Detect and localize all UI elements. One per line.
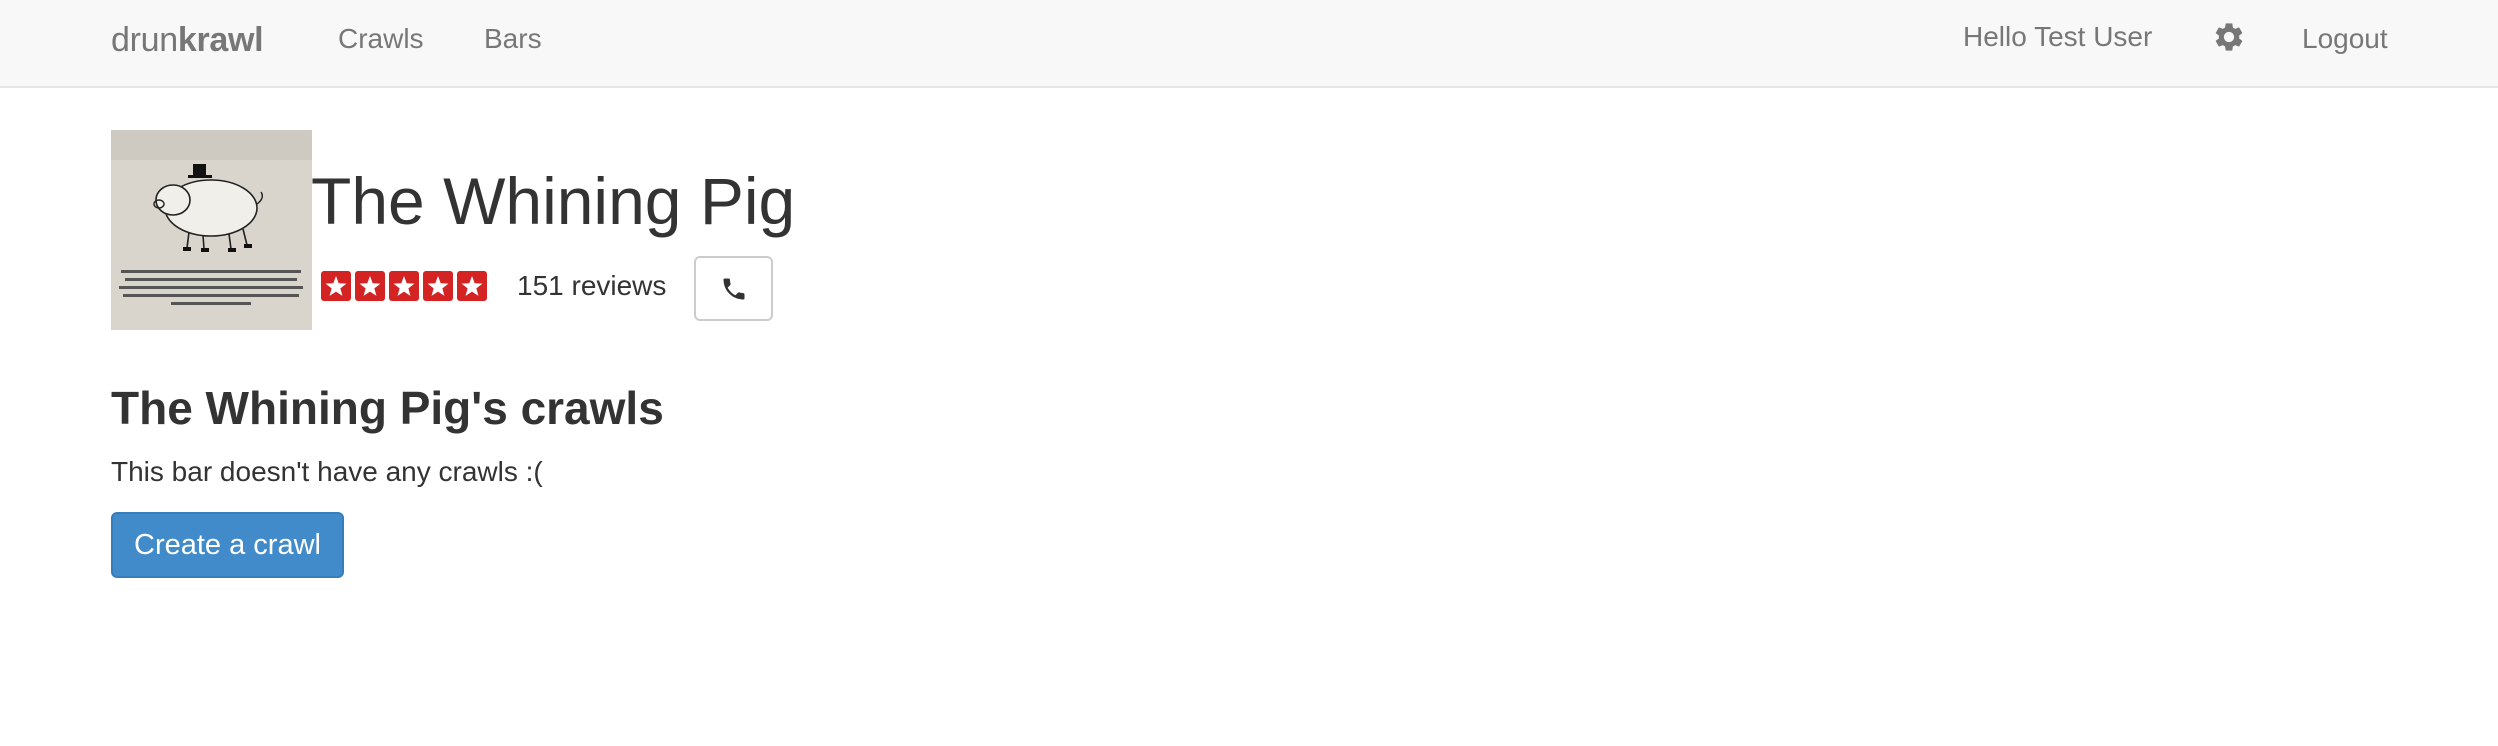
no-crawls-message: This bar doesn't have any crawls :( bbox=[111, 456, 543, 487]
rating-star bbox=[389, 271, 419, 301]
top-navbar: drunkrawl Crawls Bars Hello Test User Lo… bbox=[0, 0, 2498, 88]
phone-button[interactable] bbox=[694, 256, 773, 321]
create-crawl-button[interactable]: Create a crawl bbox=[111, 512, 344, 578]
bar-photo bbox=[111, 130, 312, 330]
rating-star bbox=[321, 271, 351, 301]
bar-name-heading: The Whining Pig bbox=[311, 164, 796, 238]
review-count: 151 reviews bbox=[517, 270, 667, 301]
nav-link-logout[interactable]: Logout bbox=[2302, 22, 2388, 56]
nav-link-crawls[interactable]: Crawls bbox=[338, 22, 424, 56]
phone-icon bbox=[723, 278, 745, 300]
nav-user-greeting[interactable]: Hello Test User bbox=[1963, 20, 2152, 54]
pig-illustration-icon bbox=[111, 130, 312, 330]
rating-star bbox=[457, 271, 487, 301]
brand-logo[interactable]: drunkrawl bbox=[111, 20, 264, 60]
nav-link-bars[interactable]: Bars bbox=[484, 22, 542, 56]
rating-star bbox=[423, 271, 453, 301]
rating-star bbox=[355, 271, 385, 301]
gear-icon[interactable] bbox=[2212, 20, 2246, 54]
star-rating bbox=[321, 271, 487, 301]
brand-light-text: drun bbox=[111, 21, 178, 59]
brand-bold-text: krawl bbox=[177, 21, 264, 59]
crawls-section-title: The Whining Pig's crawls bbox=[111, 382, 664, 434]
